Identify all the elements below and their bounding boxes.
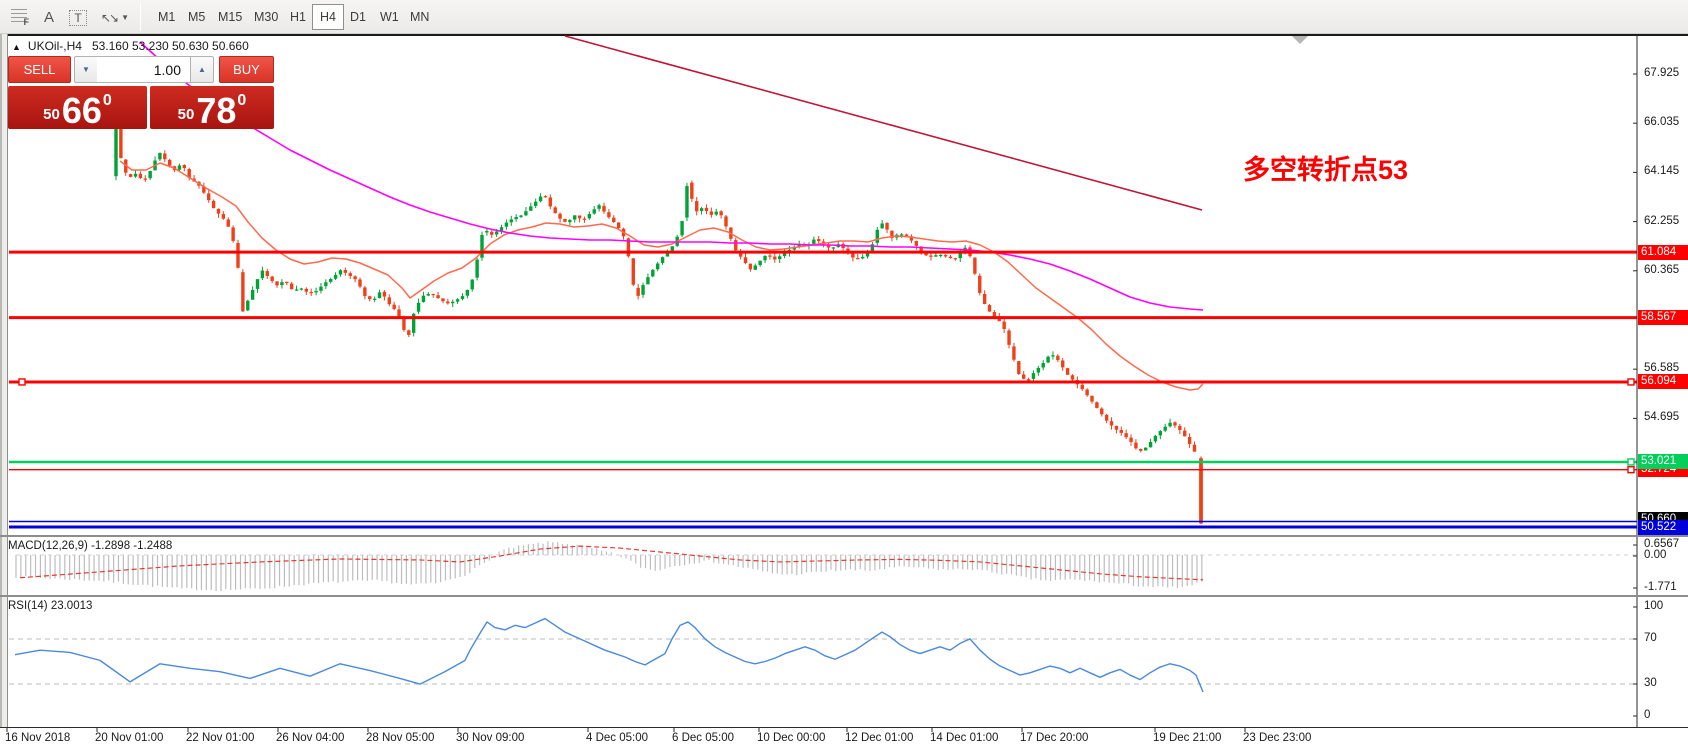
macd-axis-label: 0.00 <box>1644 549 1666 561</box>
time-axis-label: 26 Nov 04:00 <box>276 732 344 744</box>
chart-title: ▲ UKOil-,H4 53.160 53.230 50.630 50.660 <box>12 39 249 53</box>
time-axis-label: 30 Nov 09:00 <box>456 732 524 744</box>
mt4-window: F A T ↖↘▼ M1M5M15M30H1H4D1W1MN ▲UKOil-,H… <box>0 0 1688 751</box>
rsi-pane-splitter[interactable] <box>0 595 1688 597</box>
buy-price-prefix: 50 <box>178 106 195 123</box>
time-axis-label: 20 Nov 01:00 <box>95 732 163 744</box>
time-axis-label: 23 Dec 23:00 <box>1243 732 1311 744</box>
price-axis-label: 56.585 <box>1644 362 1679 374</box>
time-axis-label: 28 Nov 05:00 <box>366 732 434 744</box>
rsi-indicator-label: RSI(14) 23.0013 <box>8 600 92 612</box>
buy-button[interactable]: BUY <box>219 56 274 83</box>
price-axis-label: 62.255 <box>1644 215 1679 227</box>
rsi-axis-label: 70 <box>1644 632 1657 644</box>
volume-increase-button[interactable]: ▲ <box>190 56 214 83</box>
time-axis-label: 19 Dec 21:00 <box>1153 732 1221 744</box>
time-axis-label: 17 Dec 20:00 <box>1020 732 1088 744</box>
chart-shift-marker-icon[interactable] <box>1292 36 1308 44</box>
price-axis-label: 54.695 <box>1644 411 1679 423</box>
time-axis-label: 4 Dec 05:00 <box>586 732 648 744</box>
time-axis-border <box>0 727 1688 728</box>
price-axis-label: 67.925 <box>1644 67 1679 79</box>
volume-decrease-button[interactable]: ▼ <box>74 56 98 83</box>
volume-input[interactable] <box>97 56 191 83</box>
time-axis-label: 10 Dec 00:00 <box>757 732 825 744</box>
time-axis-label: 16 Nov 2018 <box>5 732 70 744</box>
buy-price-sup: 0 <box>237 92 246 110</box>
time-axis-label: 22 Nov 01:00 <box>186 732 254 744</box>
price-axis-label: 60.365 <box>1644 264 1679 276</box>
buy-price-big: 78 <box>196 96 236 126</box>
ohlc-values: 53.160 53.230 50.630 50.660 <box>92 39 249 53</box>
sell-button[interactable]: SELL <box>8 56 71 83</box>
level-price-badge: 58.567 <box>1638 310 1688 325</box>
macd-pane-splitter[interactable] <box>0 535 1688 537</box>
price-axis-label: 64.145 <box>1644 165 1679 177</box>
sell-price-panel[interactable]: 50660 <box>8 86 147 129</box>
symbol-period-label: UKOil-,H4 <box>28 39 82 53</box>
sell-price-prefix: 50 <box>43 106 60 123</box>
macd-axis-label: -1.771 <box>1644 581 1677 593</box>
chart-annotation-text[interactable]: 多空转折点53 <box>1243 148 1408 187</box>
window-left-edge <box>0 34 8 727</box>
one-click-trading-panel: SELL ▼ ▲ BUY 50660 50780 <box>8 56 274 129</box>
macd-indicator-label: MACD(12,26,9) -1.2898 -1.2488 <box>8 540 172 552</box>
rsi-axis-label: 100 <box>1644 600 1663 612</box>
time-axis-label: 6 Dec 05:00 <box>672 732 734 744</box>
sell-price-sup: 0 <box>103 92 112 110</box>
rsi-axis-label: 0 <box>1644 709 1650 721</box>
collapse-panel-icon[interactable]: ▲ <box>12 42 21 52</box>
buy-price-panel[interactable]: 50780 <box>150 86 274 129</box>
rsi-axis-label: 30 <box>1644 677 1657 689</box>
sell-price-big: 66 <box>62 96 102 126</box>
level-price-badge: 61.084 <box>1638 245 1688 260</box>
time-axis-label: 12 Dec 01:00 <box>845 732 913 744</box>
time-axis-label: 14 Dec 01:00 <box>930 732 998 744</box>
level-price-badge: 56.094 <box>1638 374 1688 389</box>
level-price-badge: 50.522 <box>1638 520 1688 535</box>
level-price-badge: 53.021 <box>1638 454 1688 469</box>
price-axis-label: 66.035 <box>1644 116 1679 128</box>
